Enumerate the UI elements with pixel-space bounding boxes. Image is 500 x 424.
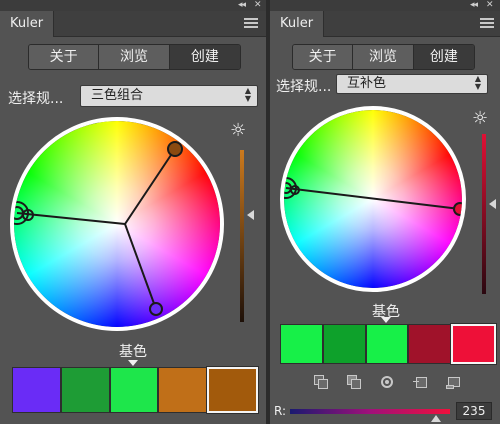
swatch-row [280,323,497,365]
channel-value-field[interactable]: 235 [456,402,492,420]
panel-tab-kuler[interactable]: Kuler [270,11,325,37]
panel-menu-icon[interactable] [244,18,258,30]
panel-tab-bar: Kuler [0,11,266,37]
close-icon[interactable]: ✕ [486,0,493,10]
mode-tabs: 关于 浏览 创建 [28,44,241,70]
base-color-label: 基色 [119,344,147,360]
color-handle-orange[interactable] [167,141,183,157]
color-wheel-handles [14,141,183,316]
collapse-icon[interactable]: ◂◂ [470,0,478,10]
swatch-row [12,366,259,414]
tab-browse[interactable]: 浏览 [99,45,170,69]
color-swatch[interactable] [60,367,110,413]
kuler-panel-left: ◂◂ ✕ Kuler 关于 浏览 创建 选择规... 三色组合 ▲ ▼ ☼ 基色 [0,0,266,424]
color-swatch[interactable] [408,324,452,364]
tab-about[interactable]: 关于 [29,45,100,69]
color-handle-red[interactable] [453,202,462,216]
panel-tab-bar: Kuler [270,11,500,37]
channel-label: R: [274,404,287,418]
tab-create[interactable]: 创建 [169,45,240,69]
color-wheel-handles [284,177,462,216]
brightness-slider[interactable] [240,150,244,322]
color-swatch[interactable] [158,367,208,413]
brightness-slider-knob[interactable] [489,199,496,210]
rule-label: 选择规... [276,79,332,95]
color-handle-purple[interactable] [149,302,163,316]
rule-select-value: 互补色 [347,76,387,91]
close-icon[interactable]: ✕ [254,0,261,10]
collapse-icon[interactable]: ◂◂ [238,0,246,10]
color-swatch[interactable] [365,324,409,364]
select-arrows-icon: ▲ ▼ [474,74,481,91]
copy-swatch-icon[interactable] [314,375,328,389]
channel-slider-knob[interactable] [431,415,441,422]
color-swatch[interactable] [450,323,497,365]
panel-top-strip: ◂◂ ✕ [270,0,500,11]
swatch-tools [314,375,460,389]
tab-about[interactable]: 关于 [293,45,354,69]
color-picker-icon[interactable] [380,375,394,389]
rule-select[interactable]: 三色组合 ▲ ▼ [80,85,258,107]
rule-select-value: 三色组合 [91,88,144,103]
rule-select[interactable]: 互补色 ▲ ▼ [336,74,488,94]
brightness-slider-knob[interactable] [247,210,254,221]
add-to-swatches-icon[interactable] [413,375,427,389]
tab-create[interactable]: 创建 [413,45,474,69]
color-wheel[interactable] [280,106,466,292]
color-swatch[interactable] [109,367,159,413]
panel-tab-kuler[interactable]: Kuler [0,11,55,37]
panel-menu-icon[interactable] [480,18,494,30]
channel-slider[interactable] [290,409,450,414]
select-arrows-icon: ▲ ▼ [244,86,251,103]
paste-swatch-icon[interactable] [347,375,361,389]
color-swatch[interactable] [280,324,323,364]
color-swatch[interactable] [12,367,61,413]
mode-tabs: 关于 浏览 创建 [292,44,475,70]
export-icon[interactable] [446,375,460,389]
rule-label: 选择规... [8,91,64,107]
brightness-icon: ☼ [472,108,489,129]
base-color-indicator-icon [381,317,391,323]
kuler-panel-right: ◂◂ ✕ Kuler 关于 浏览 创建 选择规... 互补色 ▲▼ ☼ 基色 [270,0,500,424]
brightness-slider[interactable] [482,134,486,294]
color-swatch[interactable] [322,324,366,364]
base-color-indicator-icon [128,360,138,366]
brightness-icon: ☼ [230,120,247,141]
color-swatch[interactable] [206,366,259,414]
color-wheel[interactable] [10,117,224,331]
panel-top-strip: ◂◂ ✕ [0,0,266,11]
tab-browse[interactable]: 浏览 [353,45,414,69]
